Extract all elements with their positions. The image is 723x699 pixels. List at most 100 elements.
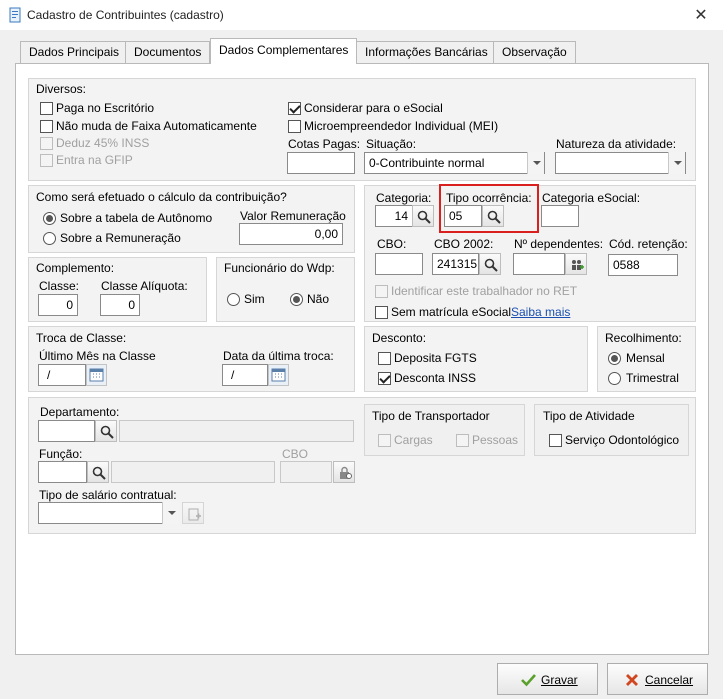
cbo2002-search-icon[interactable] xyxy=(479,253,501,275)
classe-aliquota-input[interactable]: 0 xyxy=(100,294,140,316)
paga-escritorio-label: Paga no Escritório xyxy=(56,101,155,115)
natureza-select[interactable] xyxy=(555,152,686,174)
funcionario-sim-radio[interactable] xyxy=(227,293,240,306)
troca-classe-title: Troca de Classe: xyxy=(36,331,127,345)
considerar-esocial-checkbox[interactable] xyxy=(288,102,301,115)
data-troca-label: Data da última troca: xyxy=(223,349,334,363)
cbo2002-label: CBO 2002: xyxy=(434,237,494,251)
desconta-inss-checkbox[interactable] xyxy=(378,372,391,385)
identificar-ret-checkbox[interactable] xyxy=(375,285,388,298)
tipo-ocorrencia-label: Tipo ocorrência: xyxy=(446,191,532,205)
categoria-label: Categoria: xyxy=(376,191,432,205)
departamento-code-input[interactable] xyxy=(38,420,95,442)
trimestral-radio[interactable] xyxy=(608,372,621,385)
classe-label: Classe: xyxy=(39,279,80,293)
deduz-inss-checkbox[interactable] xyxy=(40,137,53,150)
tipo-salario-dropdown-icon[interactable] xyxy=(162,502,179,524)
funcionario-title: Funcionário do Wdp: xyxy=(224,261,335,275)
nao-muda-faixa-checkbox[interactable] xyxy=(40,120,53,133)
dependentes-label: Nº dependentes: xyxy=(514,237,604,251)
cbo2002-input[interactable]: 241315 xyxy=(432,253,479,275)
opt-remuneracao-label: Sobre a Remuneração xyxy=(60,231,181,245)
categoria-esocial-input[interactable] xyxy=(541,205,579,227)
data-troca-input[interactable]: / xyxy=(222,364,268,386)
tab-dados-complementares[interactable]: Dados Complementares xyxy=(210,38,358,64)
diversos-title: Diversos: xyxy=(36,82,87,96)
natureza-label: Natureza da atividade: xyxy=(556,137,677,151)
calculo-title: Como será efetuado o cálculo da contribu… xyxy=(36,190,287,204)
sem-matricula-checkbox[interactable] xyxy=(375,306,388,319)
funcionario-nao-radio[interactable] xyxy=(290,293,303,306)
pessoas-checkbox[interactable] xyxy=(456,434,469,447)
categoria-search-icon[interactable] xyxy=(412,205,434,227)
classe-input[interactable]: 0 xyxy=(38,294,78,316)
window-title: Cadastro de Contribuintes (cadastro) xyxy=(27,8,224,22)
situacao-dropdown-icon[interactable] xyxy=(527,152,544,174)
close-icon[interactable]: ✕ xyxy=(690,5,712,25)
app-icon xyxy=(8,7,22,23)
ultimo-mes-input[interactable]: / xyxy=(38,364,86,386)
funcionario-sim-label: Sim xyxy=(244,292,265,306)
funcao-cbo-lock-icon[interactable] xyxy=(333,461,355,483)
tab-dados-principais[interactable]: Dados Principais xyxy=(20,41,129,63)
ultimo-mes-calendar-icon[interactable] xyxy=(86,364,107,386)
gravar-button[interactable]: Gravar xyxy=(497,663,598,695)
cbo-label: CBO: xyxy=(377,237,407,251)
pessoas-label: Pessoas xyxy=(472,433,519,447)
odontologico-checkbox[interactable] xyxy=(549,434,562,447)
retencao-input[interactable]: 0588 xyxy=(608,254,678,276)
classe-aliquota-label: Classe Alíquota: xyxy=(101,279,188,293)
data-troca-calendar-icon[interactable] xyxy=(268,364,289,386)
saiba-mais-link[interactable]: Saiba mais xyxy=(511,305,570,319)
valor-remuneracao-input[interactable]: 0,00 xyxy=(239,223,343,245)
categoria-input[interactable]: 14 xyxy=(375,205,413,227)
tab-observacao[interactable]: Observação xyxy=(493,41,576,63)
deposita-fgts-checkbox[interactable] xyxy=(378,352,391,365)
entra-gfip-checkbox[interactable] xyxy=(40,154,53,167)
departamento-label: Departamento: xyxy=(40,405,120,419)
cancelar-button[interactable]: Cancelar xyxy=(607,663,708,695)
cargas-label: Cargas xyxy=(394,433,433,447)
cancel-x-icon xyxy=(626,674,638,686)
funcao-code-input[interactable] xyxy=(38,461,87,483)
gravar-label: Gravar xyxy=(541,673,578,687)
deduz-inss-label: Deduz 45% INSS xyxy=(56,136,150,150)
mei-checkbox[interactable] xyxy=(288,120,301,133)
dependentes-people-icon[interactable] xyxy=(565,253,587,275)
tipo-salario-label: Tipo de salário contratual: xyxy=(39,488,177,502)
retencao-label: Cód. retenção: xyxy=(609,237,688,251)
considerar-esocial-label: Considerar para o eSocial xyxy=(304,101,443,115)
funcao-name-field xyxy=(111,461,275,483)
categoria-esocial-label: Categoria eSocial: xyxy=(542,191,641,205)
mei-label: Microempreendedor Individual (MEI) xyxy=(304,119,499,133)
tipo-ocorrencia-search-icon[interactable] xyxy=(482,205,504,227)
cbo-input[interactable] xyxy=(375,253,423,275)
opt-autonomo-radio[interactable] xyxy=(43,212,56,225)
tab-documentos[interactable]: Documentos xyxy=(125,41,211,63)
departamento-search-icon[interactable] xyxy=(95,420,117,442)
nao-muda-faixa-label: Não muda de Faixa Automaticamente xyxy=(56,119,257,133)
mensal-radio[interactable] xyxy=(608,352,621,365)
deposita-fgts-label: Deposita FGTS xyxy=(394,351,477,365)
sem-matricula-label: Sem matrícula eSocial xyxy=(391,305,512,319)
tipo-salario-add-icon[interactable] xyxy=(182,502,204,524)
tipo-salario-select[interactable] xyxy=(38,502,179,524)
entra-gfip-label: Entra na GFIP xyxy=(56,153,133,167)
paga-escritorio-checkbox[interactable] xyxy=(40,102,53,115)
tab-informacoes-bancarias[interactable]: Informações Bancárias xyxy=(356,41,497,63)
funcao-cbo-label: CBO xyxy=(282,447,309,461)
atividade-title: Tipo de Atividade xyxy=(543,409,635,423)
desconto-title: Desconto: xyxy=(372,331,427,345)
cotas-pagas-label: Cotas Pagas: xyxy=(288,137,361,151)
natureza-dropdown-icon[interactable] xyxy=(668,152,685,174)
cotas-pagas-input[interactable] xyxy=(287,152,355,174)
situacao-select[interactable]: 0-Contribuinte normal xyxy=(364,152,545,174)
trimestral-label: Trimestral xyxy=(626,371,679,385)
ultimo-mes-label: Último Mês na Classe xyxy=(39,349,156,363)
funcao-cbo-field xyxy=(280,461,332,483)
opt-remuneracao-radio[interactable] xyxy=(43,232,56,245)
tipo-ocorrencia-input[interactable]: 05 xyxy=(444,205,482,227)
dependentes-input[interactable] xyxy=(513,253,565,275)
funcao-search-icon[interactable] xyxy=(87,461,109,483)
cargas-checkbox[interactable] xyxy=(378,434,391,447)
